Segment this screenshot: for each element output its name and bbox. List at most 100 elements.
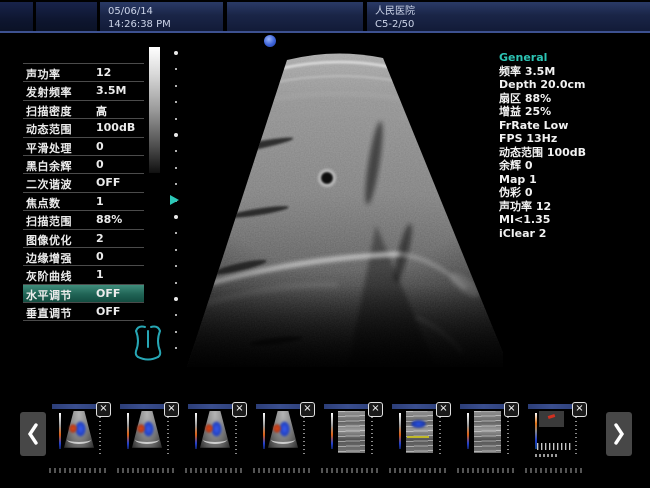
left-parameter-panel: 声功率12 发射频率 3.5M 扫描密度 高动态范围100dB 平滑处理 0 黑白余辉 0 二次谐… (23, 63, 144, 321)
param-label: 焦点数 (26, 195, 61, 211)
info-row: 余辉 0 (499, 159, 647, 173)
thumbnail-close-icon[interactable]: × (368, 402, 383, 417)
param-value: 高 (96, 103, 107, 119)
info-row: 增益 25% (499, 105, 647, 119)
info-row: iClear 2 (499, 227, 647, 241)
param-value: 88% (96, 213, 122, 226)
ruler-minor-dot (175, 118, 177, 120)
header-divider-line (0, 31, 650, 33)
param-label: 扫描密度 (26, 103, 72, 119)
thumbnail[interactable]: × (188, 404, 240, 460)
thumbnail-close-icon[interactable]: × (232, 402, 247, 417)
param-label: 动态范围 (26, 121, 72, 137)
chevron-left-icon (26, 422, 40, 446)
header-empty-cell (227, 2, 363, 31)
thumbnail[interactable]: × (120, 404, 172, 460)
param-value: 1 (96, 195, 104, 208)
header-segment-left-a (0, 2, 33, 31)
left-param-row[interactable]: 黑白余辉 0 (23, 155, 144, 173)
param-value: 1 (96, 268, 104, 281)
info-row: FPS 13Hz (499, 132, 647, 146)
ruler-minor-dot (175, 183, 177, 185)
left-param-row[interactable]: 二次谐波OFF (23, 173, 144, 191)
thumbnail-caption (117, 468, 175, 473)
thumbnail-caption (525, 468, 583, 473)
thumbnails-next-button[interactable] (606, 412, 632, 456)
thumbnails-prev-button[interactable] (20, 412, 46, 456)
header-time: 14:26:38 PM (108, 18, 171, 31)
ruler-minor-dot (175, 282, 177, 284)
info-row: 伪彩 0 (499, 186, 647, 200)
ruler-minor-dot (175, 314, 177, 316)
param-label: 图像优化 (26, 232, 72, 248)
thumbnail[interactable]: × (324, 404, 376, 460)
thumbnail-scan-preview (188, 409, 240, 460)
thumbnail-close-icon[interactable]: × (96, 402, 111, 417)
thumbnail-caption (389, 468, 447, 473)
thumbnail-scan-preview (52, 409, 104, 460)
thumbnail-caption (253, 468, 311, 473)
info-row: 扇区 88% (499, 92, 647, 106)
left-param-row[interactable]: 平滑处理 0 (23, 137, 144, 155)
param-label: 灰阶曲线 (26, 268, 72, 284)
param-value: 3.5M (96, 84, 126, 97)
hospital-name: 人民医院 (375, 5, 415, 18)
left-param-row[interactable]: 水平调节OFF (23, 284, 144, 302)
left-param-row[interactable]: 动态范围100dB (23, 118, 144, 136)
param-label: 黑白余辉 (26, 158, 72, 174)
right-info-panel: General 频率 3.5MDepth 20.0cm扇区 88%增益 25%F… (499, 51, 647, 240)
left-param-row[interactable]: 边缘增强 0 (23, 247, 144, 265)
left-param-row[interactable]: 发射频率 3.5M (23, 81, 144, 99)
ruler-minor-dot (175, 232, 177, 234)
thumbnail[interactable]: × (52, 404, 104, 460)
thumbnail[interactable]: × (392, 404, 444, 460)
param-value: 12 (96, 66, 111, 79)
thumbnail-caption (185, 468, 243, 473)
header-date: 05/06/14 (108, 5, 171, 18)
thumbnail-close-icon[interactable]: × (300, 402, 315, 417)
ruler-minor-dot (175, 150, 177, 152)
left-param-row[interactable]: 灰阶曲线 1 (23, 265, 144, 283)
thumbnail-scan-preview (324, 409, 376, 460)
left-param-row[interactable]: 扫描范围88% (23, 210, 144, 228)
left-param-row[interactable]: 声功率12 (23, 63, 144, 81)
info-row: FrRate Low (499, 119, 647, 133)
thumbnail-close-icon[interactable]: × (504, 402, 519, 417)
ruler-minor-dot (175, 331, 177, 333)
thumbnail[interactable]: × (528, 404, 580, 460)
thumbnail[interactable]: × (460, 404, 512, 460)
thumbnail-close-icon[interactable]: × (164, 402, 179, 417)
left-param-row[interactable]: 扫描密度 高 (23, 100, 144, 118)
ruler-minor-dot (175, 101, 177, 103)
probe-model: C5-2/50 (375, 18, 415, 31)
param-value: 2 (96, 232, 104, 245)
left-param-row[interactable]: 垂直调节OFF (23, 302, 144, 321)
param-value: OFF (96, 305, 120, 318)
thumbnail-scan-preview (392, 409, 444, 460)
param-label: 平滑处理 (26, 140, 72, 156)
param-value: 0 (96, 158, 104, 171)
thumbnail-close-icon[interactable]: × (436, 402, 451, 417)
thumbnail-close-icon[interactable]: × (572, 402, 587, 417)
param-value: OFF (96, 287, 120, 300)
param-label: 边缘增强 (26, 250, 72, 266)
header-segment-left-b (36, 2, 97, 31)
ruler-minor-dot (175, 249, 177, 251)
preset-title: General (499, 51, 647, 65)
param-value: 0 (96, 140, 104, 153)
ruler-minor-dot (175, 265, 177, 267)
ruler-minor-dot (175, 68, 177, 70)
left-param-row[interactable]: 焦点数 1 (23, 192, 144, 210)
info-row: MI<1.35 (499, 213, 647, 227)
thumbnail-scan-preview (120, 409, 172, 460)
ruler-minor-dot (175, 85, 177, 87)
thumbnail-caption (457, 468, 515, 473)
info-row: 动态范围 100dB (499, 146, 647, 160)
header-datetime-cell: 05/06/14 14:26:38 PM (100, 2, 223, 31)
thumbnail[interactable]: × (256, 404, 308, 460)
param-value: 0 (96, 250, 104, 263)
body-mark-icon[interactable] (131, 321, 165, 363)
thumbnail-caption (321, 468, 379, 473)
param-label: 发射频率 (26, 84, 72, 100)
left-param-row[interactable]: 图像优化 2 (23, 229, 144, 247)
